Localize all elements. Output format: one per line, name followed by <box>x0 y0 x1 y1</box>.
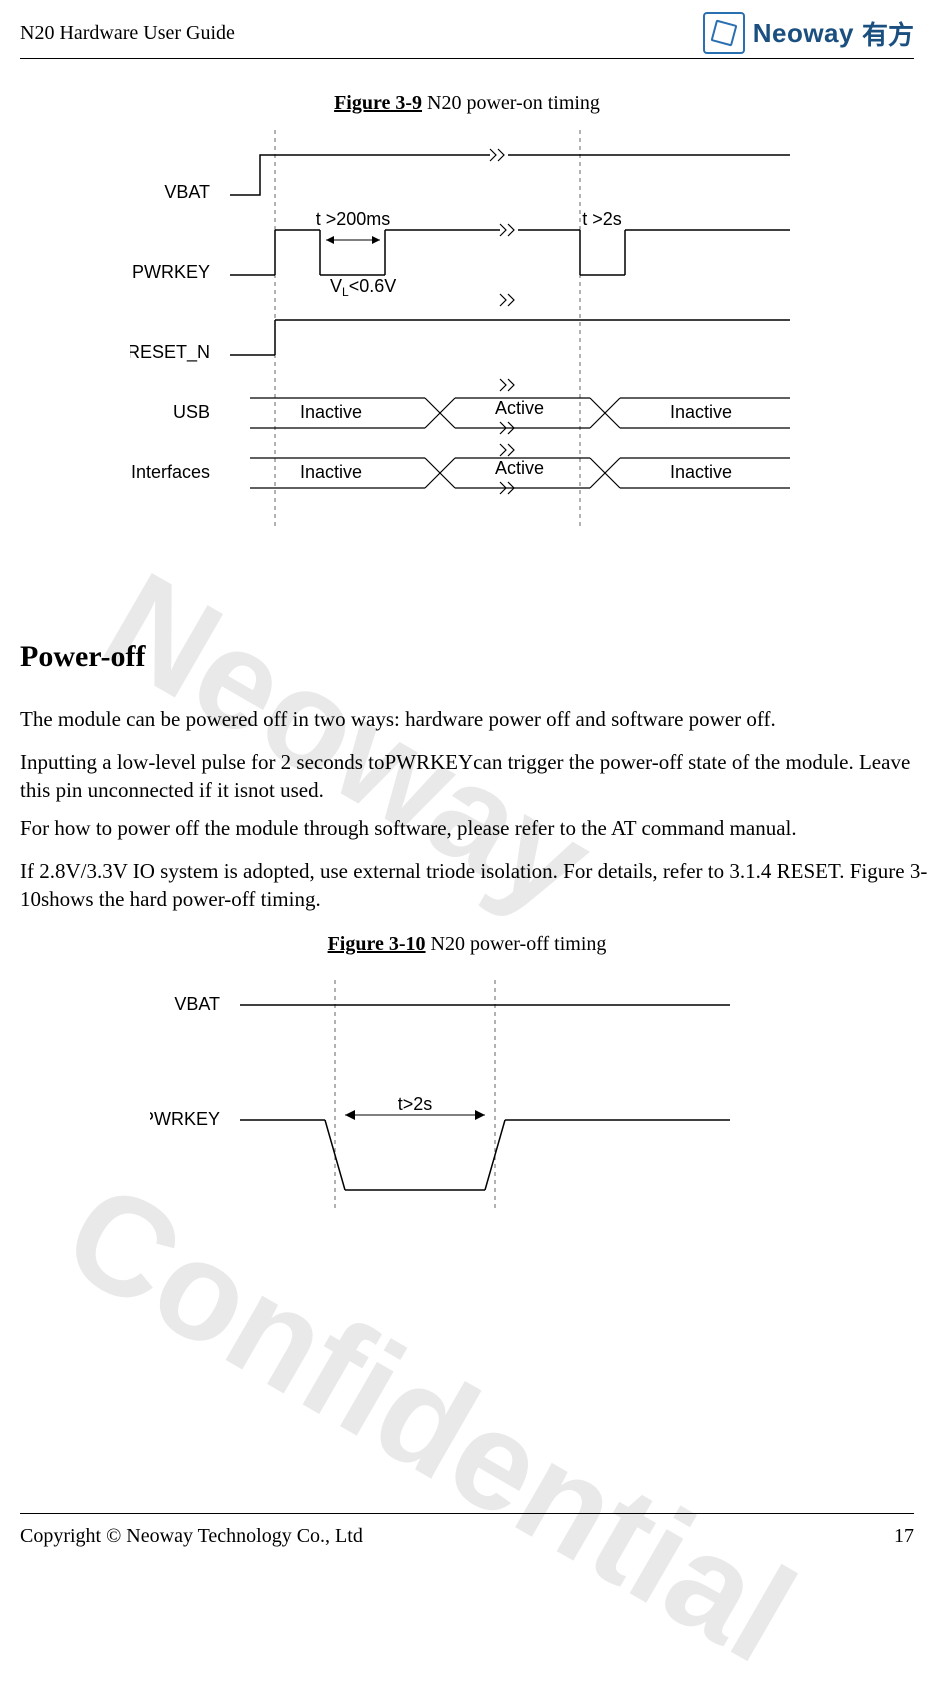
footer-copyright: Copyright © Neoway Technology Co., Ltd <box>20 1525 363 1547</box>
label-t2s: t >2s <box>582 209 622 229</box>
header-rule <box>20 58 914 59</box>
label-vbat: VBAT <box>164 182 210 202</box>
allif-active: Active <box>495 458 544 478</box>
label-pwrkey: PWRKEY <box>132 262 210 282</box>
figure-3-9-caption: Figure 3-9 N20 power-on timing <box>0 92 934 115</box>
label-t200: t >200ms <box>316 209 391 229</box>
figure-3-9-title: N20 power-on timing <box>422 92 600 114</box>
figure-3-10-number: Figure 3-10 <box>328 933 426 955</box>
figure-3-10-title: N20 power-off timing <box>426 933 607 955</box>
logo-word: Neoway <box>753 18 854 49</box>
watermark-confidential: Confidential <box>39 1150 820 1695</box>
figure-3-9-diagram: VBAT PWRKEY <box>130 130 830 550</box>
label-reset: RESET_N <box>130 342 210 363</box>
para-1: The module can be powered off in two way… <box>20 705 934 733</box>
footer-rule <box>20 1513 914 1514</box>
usb-active: Active <box>495 398 544 418</box>
para-2: Inputting a low-level pulse for 2 second… <box>20 748 934 805</box>
usb-inactive-1: Inactive <box>300 402 362 422</box>
brand-logo: Neoway 有方 <box>703 12 914 54</box>
label-vl: VL<0.6V <box>330 276 396 299</box>
heading-power-off: Power-off <box>20 640 145 674</box>
logo-mark-icon <box>703 12 745 54</box>
logo-cn: 有方 <box>862 15 914 52</box>
figure-3-10-caption: Figure 3-10 N20 power-off timing <box>0 933 934 956</box>
page: Neoway Confidential N20 Hardware User Gu… <box>0 0 934 1572</box>
figure-3-9-number: Figure 3-9 <box>334 92 422 114</box>
page-header: N20 Hardware User Guide Neoway 有方 <box>20 18 914 58</box>
allif-inactive-2: Inactive <box>670 462 732 482</box>
para-4: If 2.8V/3.3V IO system is adopted, use e… <box>20 857 934 914</box>
label-allif: All Interfaces <box>130 462 210 482</box>
label2-vbat: VBAT <box>174 994 220 1014</box>
footer-page-number: 17 <box>894 1525 914 1548</box>
usb-inactive-2: Inactive <box>670 402 732 422</box>
label2-pwrkey: PWRKEY <box>150 1109 220 1129</box>
figure-3-10-diagram: VBAT PWRKEY t>2s <box>150 970 770 1230</box>
page-footer: Copyright © Neoway Technology Co., Ltd 1… <box>20 1525 914 1548</box>
label2-t2s: t>2s <box>398 1094 433 1114</box>
doc-title: N20 Hardware User Guide <box>20 22 235 45</box>
para-3: For how to power off the module through … <box>20 814 934 842</box>
allif-inactive-1: Inactive <box>300 462 362 482</box>
label-usb: USB <box>173 402 210 422</box>
